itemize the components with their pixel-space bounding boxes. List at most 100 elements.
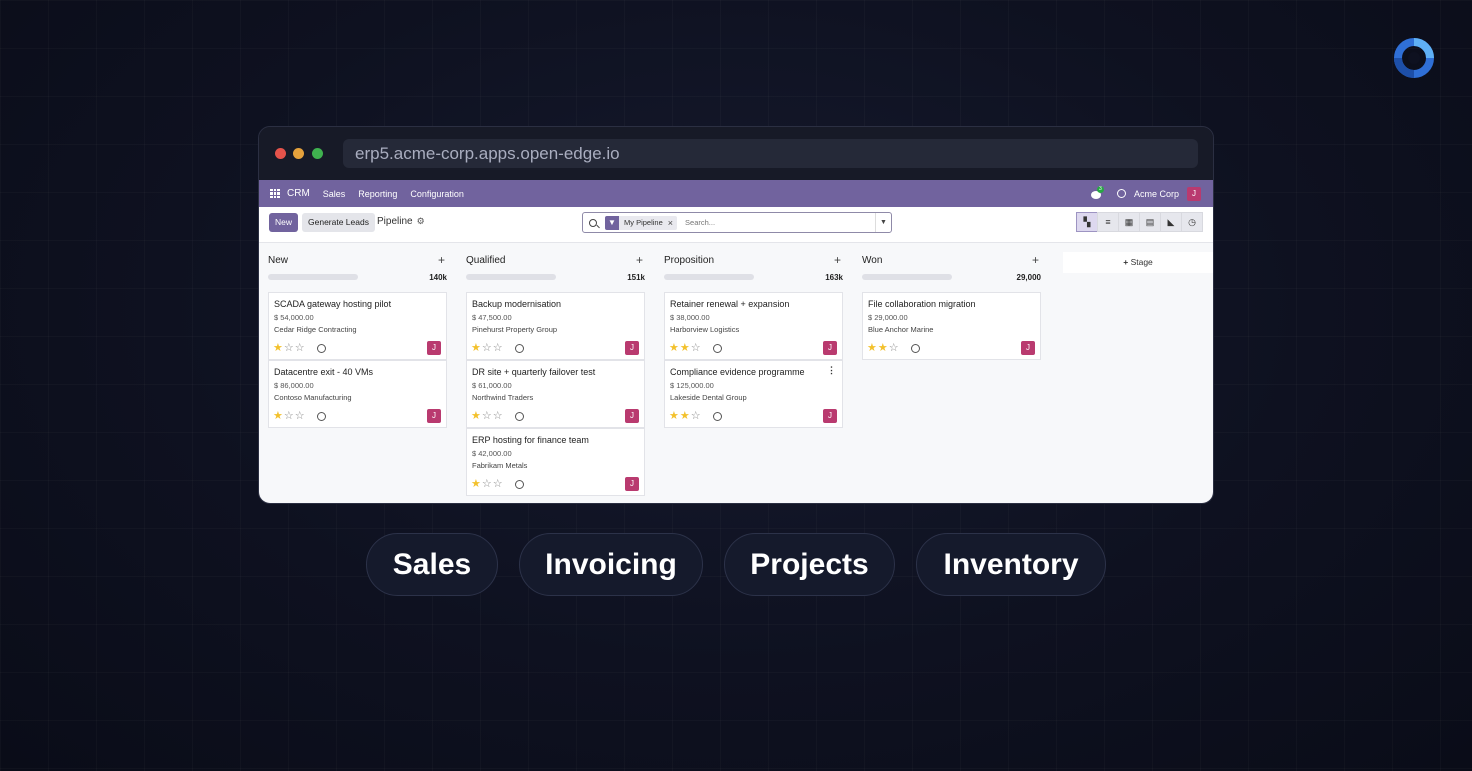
add-stage-button[interactable]: + Stage — [1063, 252, 1213, 273]
star-empty-icon[interactable]: ☆ — [493, 342, 504, 354]
add-card-icon[interactable]: + — [636, 253, 645, 267]
new-button[interactable]: New — [269, 213, 299, 232]
card-title: Datacentre exit - 40 VMs — [274, 367, 374, 377]
star-empty-icon[interactable]: ☆ — [482, 410, 493, 422]
nav-item-configuration[interactable]: Configuration — [410, 189, 464, 199]
app-name[interactable]: CRM — [287, 188, 310, 199]
gear-icon[interactable]: ⚙ — [417, 216, 425, 227]
star-filled-icon[interactable]: ★ — [471, 478, 482, 490]
activity-clock-icon[interactable] — [713, 344, 722, 353]
activity-clock-icon[interactable] — [515, 412, 524, 421]
kanban-view-icon[interactable]: ▚ — [1076, 212, 1098, 232]
star-empty-icon[interactable]: ☆ — [493, 410, 504, 422]
star-filled-icon[interactable]: ★ — [669, 342, 680, 354]
kanban-column: Qualified +151k Backup modernisation $ 47,5… — [466, 243, 645, 496]
chevron-down-icon[interactable]: ▼ — [875, 213, 891, 232]
column-header: New + — [268, 252, 447, 268]
activity-clock-icon[interactable] — [1116, 189, 1126, 198]
card-avatar[interactable]: J — [823, 409, 837, 423]
star-filled-icon[interactable]: ★ — [867, 342, 878, 354]
priority-stars: ★☆☆ — [471, 341, 504, 354]
star-empty-icon[interactable]: ☆ — [482, 342, 493, 354]
kanban-card[interactable]: Datacentre exit - 40 VMs $ 86,000.00 Conto… — [268, 360, 447, 428]
card-amount: $ 61,000.00 — [472, 381, 512, 390]
star-filled-icon[interactable]: ★ — [471, 410, 482, 422]
card-avatar[interactable]: J — [427, 409, 441, 423]
activity-clock-icon[interactable] — [317, 412, 326, 421]
star-filled-icon[interactable]: ★ — [669, 410, 680, 422]
add-card-icon[interactable]: + — [834, 253, 843, 267]
star-filled-icon[interactable]: ★ — [273, 342, 284, 354]
star-empty-icon[interactable]: ☆ — [295, 342, 306, 354]
column-header: Won + — [862, 252, 1041, 268]
generate-leads-button[interactable]: Generate Leads — [302, 213, 375, 232]
star-empty-icon[interactable]: ☆ — [284, 342, 295, 354]
company-switcher[interactable]: Acme Corp — [1134, 189, 1179, 199]
card-menu-icon[interactable]: ⋮ — [827, 365, 836, 376]
nav-item-reporting[interactable]: Reporting — [358, 189, 397, 199]
nav-item-sales[interactable]: Sales — [323, 189, 346, 199]
kanban-column: Proposition +163k Retainer renewal + expan… — [664, 243, 843, 428]
star-empty-icon[interactable]: ☆ — [691, 342, 702, 354]
card-amount: $ 86,000.00 — [274, 381, 314, 390]
star-empty-icon[interactable]: ☆ — [691, 410, 702, 422]
card-company: Northwind Traders — [472, 393, 534, 402]
star-filled-icon[interactable]: ★ — [273, 410, 284, 422]
close-window-button[interactable] — [275, 148, 286, 159]
activity-clock-icon[interactable] — [515, 344, 524, 353]
star-filled-icon[interactable]: ★ — [680, 342, 691, 354]
card-avatar[interactable]: J — [625, 409, 639, 423]
search-bar: ▼ My Pipeline × ▼ — [582, 212, 892, 233]
card-avatar[interactable]: J — [427, 341, 441, 355]
card-avatar[interactable]: J — [823, 341, 837, 355]
kanban-card[interactable]: SCADA gateway hosting pilot $ 54,000.00 Ce… — [268, 292, 447, 360]
app-menu-icon[interactable] — [270, 188, 280, 199]
minimize-window-button[interactable] — [293, 148, 304, 159]
close-icon[interactable]: × — [668, 218, 677, 228]
column-progress: 163k — [664, 271, 843, 283]
user-avatar[interactable]: J — [1187, 186, 1201, 201]
pivot-view-icon[interactable]: ▤ — [1139, 212, 1161, 232]
kanban-board: New + 140k SCADA gateway hosting pilot $ 54,… — [259, 243, 1213, 503]
card-amount: $ 125,000.00 — [670, 381, 714, 390]
add-card-icon[interactable]: + — [1032, 253, 1041, 267]
column-total: 140k — [429, 272, 447, 282]
progress-bar — [664, 274, 754, 280]
star-filled-icon[interactable]: ★ — [680, 410, 691, 422]
star-empty-icon[interactable]: ☆ — [889, 342, 900, 354]
maximize-window-button[interactable] — [312, 148, 323, 159]
calendar-view-icon[interactable]: ▦ — [1118, 212, 1140, 232]
star-empty-icon[interactable]: ☆ — [284, 410, 295, 422]
search-icon[interactable] — [589, 218, 597, 227]
kanban-card[interactable]: Retainer renewal + expansion $ 38,000.00 H… — [664, 292, 843, 360]
facet-label: My Pipeline — [624, 218, 663, 227]
star-empty-icon[interactable]: ☆ — [295, 410, 306, 422]
activity-clock-icon[interactable] — [515, 480, 524, 489]
kanban-card[interactable]: ERP hosting for finance team $ 42,000.00 F… — [466, 428, 645, 496]
add-card-icon[interactable]: + — [438, 253, 447, 267]
breadcrumb: Pipeline ⚙ — [377, 216, 425, 227]
kanban-card[interactable]: Backup modernisation $ 47,500.00 Pinehurst… — [466, 292, 645, 360]
graph-view-icon[interactable]: ◣ — [1160, 212, 1182, 232]
activity-view-icon[interactable]: ◷ — [1181, 212, 1203, 232]
kanban-card[interactable]: ⋮ Compliance evidence programme $ 125,000.… — [664, 360, 843, 428]
kanban-card[interactable]: File collaboration migration $ 29,000.00 B… — [862, 292, 1041, 360]
browser-titlebar: erp5.acme-corp.apps.open-edge.io — [259, 127, 1213, 180]
activity-clock-icon[interactable] — [317, 344, 326, 353]
column-title: Qualified — [466, 254, 506, 266]
search-input[interactable] — [685, 218, 866, 227]
list-view-icon[interactable]: ≡ — [1097, 212, 1119, 232]
chat-icon[interactable]: 3 — [1090, 185, 1104, 199]
star-filled-icon[interactable]: ★ — [878, 342, 889, 354]
star-empty-icon[interactable]: ☆ — [482, 478, 493, 490]
activity-clock-icon[interactable] — [911, 344, 920, 353]
card-avatar[interactable]: J — [625, 477, 639, 491]
star-filled-icon[interactable]: ★ — [471, 342, 482, 354]
card-avatar[interactable]: J — [625, 341, 639, 355]
address-bar[interactable]: erp5.acme-corp.apps.open-edge.io — [343, 139, 1198, 168]
activity-clock-icon[interactable] — [713, 412, 722, 421]
star-empty-icon[interactable]: ☆ — [493, 478, 504, 490]
brand-logo-icon — [1394, 38, 1434, 78]
card-avatar[interactable]: J — [1021, 341, 1035, 355]
kanban-card[interactable]: DR site + quarterly failover test $ 61,00… — [466, 360, 645, 428]
